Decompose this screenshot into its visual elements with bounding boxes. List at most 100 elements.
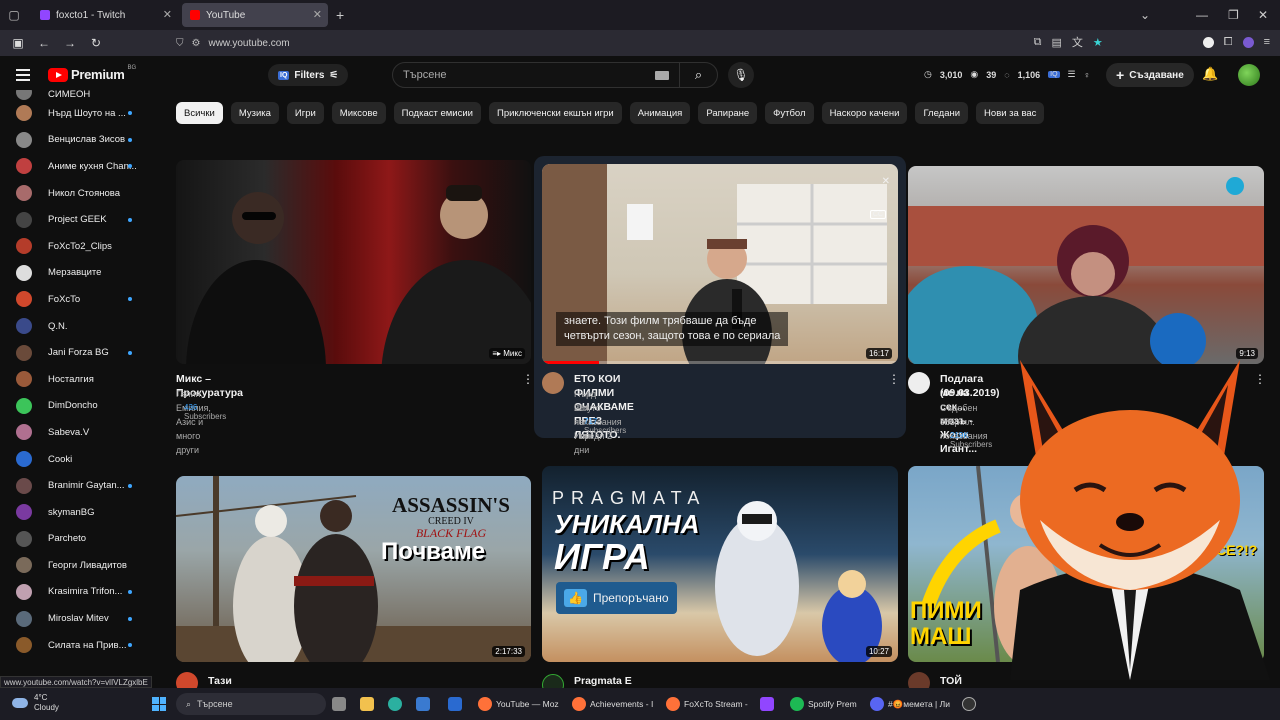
list-icon[interactable]: ☰ (1068, 69, 1076, 80)
bookmark-star-icon[interactable]: ★ (1093, 36, 1103, 49)
profile-icon[interactable] (1242, 36, 1254, 48)
window-close-icon[interactable]: ✕ (1258, 0, 1268, 30)
menu-icon[interactable]: ≡ (1264, 36, 1270, 48)
taskbar-app-youtube[interactable]: YouTube — Moz (478, 694, 559, 714)
keyboard-icon[interactable] (655, 70, 669, 80)
more-options-icon[interactable]: ⋮ (888, 372, 900, 386)
video-thumbnail[interactable]: PRAGMATA УНИКАЛНА ИГРА 👍 Препоръчано 10:… (542, 466, 898, 662)
filter-chip[interactable]: Приключенски екшън игри (488, 102, 622, 124)
sidebar-channel-item[interactable]: Георги Ливадитов (0, 552, 160, 579)
filter-chip[interactable]: Игри (286, 102, 324, 124)
sidebar-channel-item[interactable]: Носталгия (0, 366, 160, 393)
taskbar-app-discord[interactable]: #😡мемета | Ли (870, 694, 950, 714)
create-button[interactable]: + Създаване (1106, 63, 1194, 87)
site-info-icon[interactable]: ⚙ (192, 38, 201, 49)
sidebar-channel-item[interactable]: Miroslav Mitev (0, 605, 160, 632)
filter-chip[interactable]: Наскоро качени (821, 102, 908, 124)
trophy-icon[interactable]: ♀ (1084, 70, 1091, 80)
edge-icon[interactable] (388, 694, 402, 714)
sidebar-channel-item[interactable]: Аниме кухня Chan... (0, 153, 160, 180)
tab-overflow-icon[interactable]: ⌄ (1140, 0, 1150, 30)
sidebar-channel-item[interactable]: СИМЕОН (0, 90, 160, 100)
filter-chip[interactable]: Анимация (629, 102, 691, 124)
channel-avatar[interactable] (908, 372, 930, 394)
new-tab-icon[interactable]: + (336, 7, 344, 23)
microphone-icon[interactable]: 🎙 (728, 62, 754, 88)
url-bar[interactable]: ⛉ ⚙ www.youtube.com (176, 33, 1096, 53)
sidebar-channel-item[interactable]: Project GEEK (0, 206, 160, 233)
sidebar-channel-item[interactable]: skymanBG (0, 499, 160, 526)
close-icon[interactable]: ✕ (163, 8, 172, 21)
sidebar-channel-item[interactable]: FoXcTo (0, 286, 160, 313)
search-box[interactable]: Търсене ⌕ (392, 62, 718, 88)
taskbar-app-achievements[interactable]: Achievements - I (572, 694, 653, 714)
search-input[interactable]: Търсене (393, 69, 655, 81)
video-thumbnail[interactable]: 9:13 (908, 166, 1264, 364)
notifications-bell-icon[interactable]: 🔔 (1202, 66, 1218, 82)
more-options-icon[interactable]: ⋮ (522, 372, 534, 386)
sidebar-channel-item[interactable]: Jani Forza BG (0, 339, 160, 366)
filter-chip[interactable]: Рапиране (698, 102, 758, 124)
filter-chip[interactable]: Футбол (765, 102, 814, 124)
filter-chip[interactable]: Миксове (331, 102, 386, 124)
extension-icon[interactable] (1202, 36, 1214, 48)
captions-icon[interactable]: CC (869, 210, 886, 219)
obs-icon[interactable] (962, 694, 976, 714)
tab-list-icon[interactable]: ▢ (0, 0, 28, 30)
sidebar-channel-item[interactable]: Parcheto (0, 526, 160, 553)
back-icon[interactable]: ← (32, 36, 56, 50)
video-thumbnail[interactable]: ✕ CC знаете. Този филм трябваше да бъде … (542, 164, 898, 364)
sidebar-channel-item[interactable]: FoXcTo2_Clips (0, 233, 160, 260)
channel-avatar[interactable] (542, 372, 564, 394)
search-button[interactable]: ⌕ (679, 63, 717, 87)
reload-icon[interactable]: ↻ (84, 36, 108, 50)
sidebar-channel-item[interactable]: Венцислав Зисов (0, 127, 160, 154)
progress-bar[interactable] (542, 361, 898, 364)
sidebar-channel-item[interactable]: Cooki (0, 446, 160, 473)
windows-start-icon[interactable] (152, 697, 166, 711)
restore-icon[interactable]: ❐ (1228, 0, 1239, 30)
sidebar-channel-item[interactable]: Мерзавците (0, 260, 160, 287)
filter-chip[interactable]: Музика (230, 102, 279, 124)
outlook-icon[interactable] (448, 694, 462, 714)
video-thumbnail[interactable]: ASSASSIN'S CREED IV BLACK FLAG Почваме 2… (176, 476, 531, 662)
filter-chip[interactable]: Нови за вас (976, 102, 1045, 124)
sidebar-channel-item[interactable]: Krasimira Trifon... (0, 579, 160, 606)
sidebar-channel-item[interactable]: Никол Стоянова (0, 180, 160, 207)
sidebar-channel-item[interactable]: DimDoncho (0, 393, 160, 420)
tab-youtube[interactable]: YouTube ✕ (182, 3, 328, 27)
close-preview-icon[interactable]: ✕ (882, 176, 890, 187)
taskbar-app-stream[interactable]: FoXcTo Stream - (666, 694, 748, 714)
minimize-icon[interactable]: — (1196, 0, 1208, 30)
file-explorer-icon[interactable] (360, 694, 374, 714)
user-avatar[interactable] (1238, 64, 1260, 86)
sidebar-channel-item[interactable]: Q.N. (0, 313, 160, 340)
picture-in-picture-icon[interactable]: ⧉ (1034, 36, 1042, 49)
save-page-icon[interactable]: ▤ (1051, 36, 1061, 49)
sidebar-channel-item[interactable]: Нърд Шоуто на ... (0, 100, 160, 127)
hamburger-menu-icon[interactable] (16, 69, 30, 81)
twitch-studio-icon[interactable] (760, 694, 774, 714)
extension-icon[interactable]: IQ (1048, 71, 1060, 78)
taskbar-app-spotify[interactable]: Spotify Prem (790, 694, 857, 714)
translate-icon[interactable]: 文 (1072, 34, 1083, 50)
close-icon[interactable]: ✕ (313, 8, 322, 21)
filters-button[interactable]: IQ Filters ⚟ (268, 64, 349, 86)
filter-chip[interactable]: Подкаст емисии (393, 102, 481, 124)
sidebar-channel-item[interactable]: Branimir Gaytan... (0, 472, 160, 499)
sidebar-channel-item[interactable]: Sabeva.V (0, 419, 160, 446)
filter-chip[interactable]: Гледани (915, 102, 969, 124)
taskbar-search[interactable]: ⌕ Търсене (176, 693, 326, 715)
video-channel[interactable]: Галин, Емилия, Азис и много други (176, 387, 211, 457)
store-icon[interactable] (416, 694, 430, 714)
sidebar-toggle-icon[interactable]: ▣ (6, 36, 30, 50)
weather-widget[interactable]: 4°C Cloudy (12, 693, 59, 713)
youtube-logo[interactable]: Premium BG (48, 65, 136, 82)
sidebar-channel-item[interactable]: Силата на Прив... (0, 632, 160, 659)
forward-icon[interactable]: → (58, 36, 82, 50)
tab-twitch[interactable]: foxcto1 - Twitch ✕ (32, 3, 178, 27)
video-thumbnail[interactable]: ≡▸ Микс (176, 160, 531, 364)
task-view-icon[interactable] (332, 694, 346, 714)
filter-chip[interactable]: Всички (176, 102, 223, 124)
extensions-icon[interactable]: ⧠ (1224, 36, 1233, 49)
